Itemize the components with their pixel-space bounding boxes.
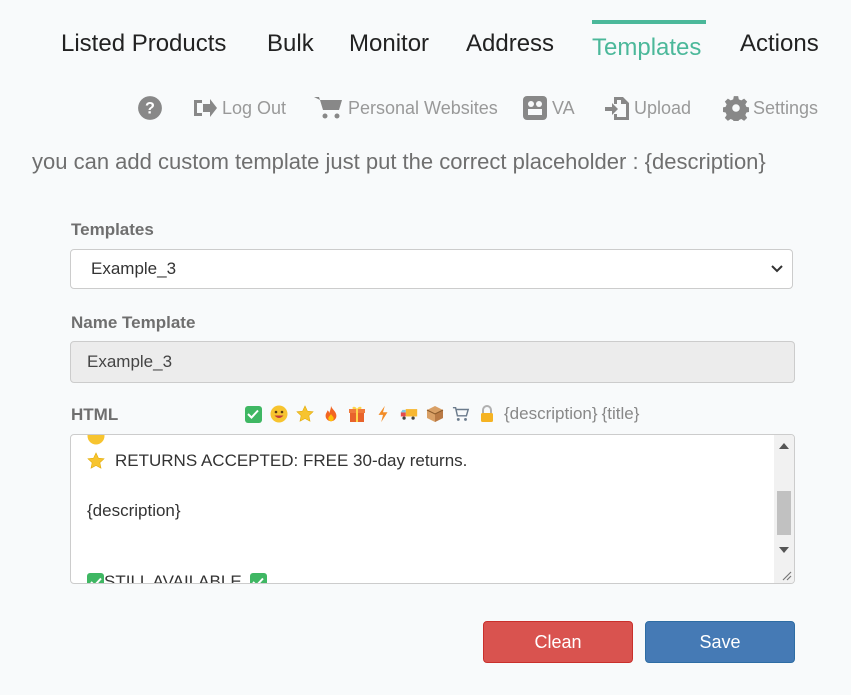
name-template-input[interactable]: Example_3 [70, 341, 795, 383]
cart-icon [314, 97, 342, 119]
shopping-cart-icon[interactable] [452, 405, 470, 423]
top-nav: Listed Products Bulk Monitor Address Tem… [0, 20, 851, 70]
placeholder-hint: you can add custom template just put the… [32, 149, 766, 174]
upload-link[interactable]: Upload [604, 92, 691, 124]
upload-label: Upload [634, 97, 692, 118]
grinning-face-icon[interactable] [270, 405, 288, 423]
help-button[interactable]: ? [137, 92, 167, 124]
scroll-down-arrow[interactable] [779, 547, 789, 553]
personal-websites-link[interactable]: Personal Websites [314, 92, 498, 124]
fire-icon[interactable] [322, 405, 340, 423]
description-line: {description} [87, 501, 181, 520]
returns-line: RETURNS ACCEPTED: FREE 30-day returns. [115, 451, 468, 470]
still-available-text: STILL AVAILABLE [104, 572, 242, 584]
templates-select[interactable]: Example_3 [70, 249, 793, 289]
va-label: VA [552, 97, 575, 118]
va-link[interactable]: VA [522, 92, 575, 124]
svg-text:?: ? [145, 99, 155, 117]
scroll-thumb[interactable] [777, 491, 791, 535]
tab-listed-products[interactable]: Listed Products [61, 30, 226, 58]
textarea-scrollbar[interactable] [774, 435, 794, 583]
clean-button[interactable]: Clean [483, 621, 633, 663]
check-mark-icon [87, 573, 104, 583]
resize-grip-icon[interactable] [780, 569, 792, 581]
star-icon[interactable] [296, 405, 314, 423]
textarea-line [87, 523, 767, 548]
html-textarea-content: RETURNS ACCEPTED: FREE 30-day returns. {… [87, 435, 767, 584]
grinning-face-icon [87, 435, 105, 444]
gear-icon [723, 96, 749, 121]
html-label: HTML [71, 405, 119, 424]
tab-actions[interactable]: Actions [740, 30, 819, 58]
chevron-down-icon [771, 265, 783, 273]
tab-templates[interactable]: Templates [592, 34, 701, 62]
logout-icon [194, 99, 217, 117]
textarea-line [87, 473, 767, 498]
tab-bulk[interactable]: Bulk [267, 30, 314, 58]
question-circle-icon: ? [138, 96, 162, 120]
va-icon [523, 96, 547, 120]
active-tab-indicator [592, 20, 706, 24]
description-placeholder[interactable]: {description} [504, 404, 598, 424]
settings-link[interactable]: Settings [723, 92, 818, 124]
truck-icon[interactable] [400, 405, 418, 423]
star-icon [87, 451, 105, 469]
settings-label: Settings [753, 97, 819, 118]
textarea-line: RETURNS ACCEPTED: FREE 30-day returns. [87, 448, 767, 473]
tab-monitor[interactable]: Monitor [349, 30, 429, 58]
templates-label: Templates [71, 220, 154, 239]
emoji-toolbar: {description} {title} [244, 403, 639, 425]
upload-icon [605, 97, 629, 120]
title-placeholder[interactable]: {title} [602, 404, 640, 424]
personal-websites-label: Personal Websites [348, 97, 498, 118]
logout-link[interactable]: Log Out [192, 92, 286, 124]
check-mark-icon [249, 573, 267, 583]
textarea-line: STILL AVAILABLE [87, 569, 767, 584]
lightning-icon[interactable] [374, 405, 392, 423]
save-button[interactable]: Save [645, 621, 795, 663]
logout-label: Log Out [222, 97, 287, 118]
name-template-label: Name Template [71, 313, 196, 332]
lock-icon[interactable] [478, 405, 496, 423]
tab-address[interactable]: Address [466, 30, 554, 58]
gift-icon[interactable] [348, 405, 366, 423]
sub-nav: ? Log Out Personal Websites VA Upload Se… [0, 92, 851, 126]
textarea-line [87, 435, 767, 448]
scroll-up-arrow[interactable] [779, 443, 789, 449]
html-textarea[interactable]: RETURNS ACCEPTED: FREE 30-day returns. {… [70, 434, 795, 584]
templates-selected-value: Example_3 [91, 259, 177, 278]
check-mark-icon[interactable] [244, 405, 262, 423]
package-icon[interactable] [426, 405, 444, 423]
